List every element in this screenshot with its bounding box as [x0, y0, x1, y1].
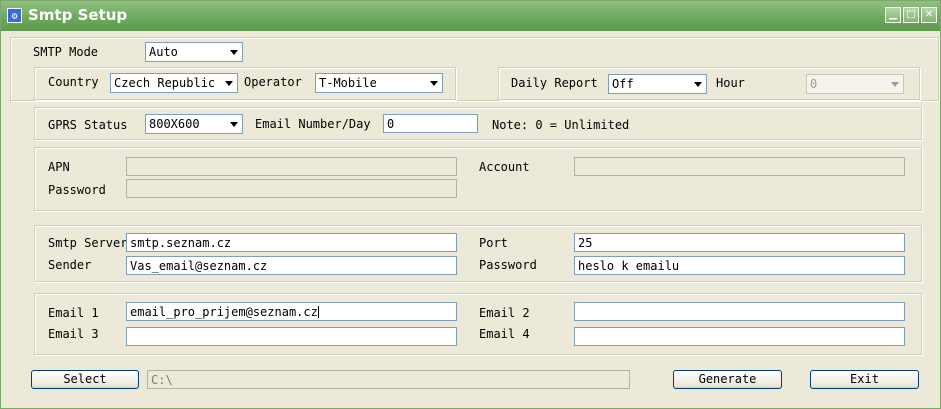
smtp-setup-window: ⚙ Smtp Setup ▁ □ ✕ SMTP Mode Auto Countr… [0, 0, 941, 409]
email-per-day-input[interactable]: 0 [383, 114, 478, 133]
operator-select[interactable]: T-Mobile [315, 73, 443, 93]
apn-label: APN [48, 160, 70, 174]
daily-report-label: Daily Report [511, 76, 598, 90]
chevron-down-icon [891, 82, 899, 87]
sender-input[interactable]: Vas_email@seznam.cz [126, 256, 457, 275]
gprs-status-label: GPRS Status [48, 118, 128, 132]
email-2-label: Email 2 [479, 306, 530, 320]
email-1-input[interactable]: email_pro_prijem@seznam.cz [126, 302, 457, 321]
smtp-mode-select[interactable]: Auto [145, 42, 243, 62]
account-input [574, 157, 905, 176]
text-caret [317, 306, 319, 318]
country-label: Country [48, 75, 99, 89]
sender-label: Sender [48, 258, 92, 272]
server-password-input[interactable]: heslo k emailu [574, 256, 905, 275]
email-per-day-note: Note: 0 = Unlimited [492, 118, 630, 132]
minimize-button[interactable]: ▁ [885, 7, 901, 23]
chevron-down-icon [694, 82, 702, 87]
gear-icon: ⚙ [7, 8, 22, 23]
email-4-label: Email 4 [479, 327, 530, 341]
hour-value: 0 [810, 77, 818, 91]
server-password-label: Password [479, 258, 537, 272]
apn-password-input [126, 179, 457, 198]
apn-input [126, 157, 457, 176]
exit-button[interactable]: Exit [810, 370, 919, 389]
country-select[interactable]: Czech Republic [110, 73, 238, 93]
email-per-day-label: Email Number/Day [255, 117, 371, 131]
generate-button[interactable]: Generate [673, 370, 782, 389]
gprs-status-value: 800X600 [149, 117, 200, 131]
chevron-down-icon [230, 50, 238, 55]
email-2-input[interactable] [574, 302, 905, 321]
chevron-down-icon [230, 122, 238, 127]
smtp-mode-value: Auto [149, 45, 178, 59]
port-label: Port [479, 236, 508, 250]
email-4-input[interactable] [574, 327, 905, 346]
daily-report-select[interactable]: Off [608, 74, 707, 94]
hour-select: 0 [806, 74, 904, 94]
operator-value: T-Mobile [319, 76, 377, 90]
email-3-label: Email 3 [48, 327, 99, 341]
hour-label: Hour [716, 76, 745, 90]
title-bar[interactable]: ⚙ Smtp Setup ▁ □ ✕ [1, 1, 940, 31]
smtp-server-label: Smtp Server [48, 236, 128, 250]
operator-label: Operator [244, 75, 302, 89]
chevron-down-icon [430, 81, 438, 86]
select-button[interactable]: Select [31, 370, 139, 389]
email-1-value: email_pro_prijem@seznam.cz [130, 305, 318, 319]
apn-password-label: Password [48, 183, 106, 197]
account-label: Account [479, 160, 530, 174]
window-title: Smtp Setup [28, 6, 128, 24]
smtp-mode-label: SMTP Mode [33, 45, 99, 59]
email-3-input[interactable] [126, 327, 457, 346]
smtp-server-input[interactable]: smtp.seznam.cz [126, 233, 457, 252]
port-input[interactable]: 25 [574, 233, 905, 252]
country-value: Czech Republic [114, 76, 216, 90]
email-1-label: Email 1 [48, 306, 99, 320]
gprs-status-select[interactable]: 800X600 [145, 114, 243, 134]
chevron-down-icon [225, 81, 233, 86]
path-field: C:\ [147, 370, 630, 389]
maximize-button[interactable]: □ [903, 7, 919, 23]
close-button[interactable]: ✕ [921, 7, 937, 23]
daily-report-value: Off [612, 77, 634, 91]
